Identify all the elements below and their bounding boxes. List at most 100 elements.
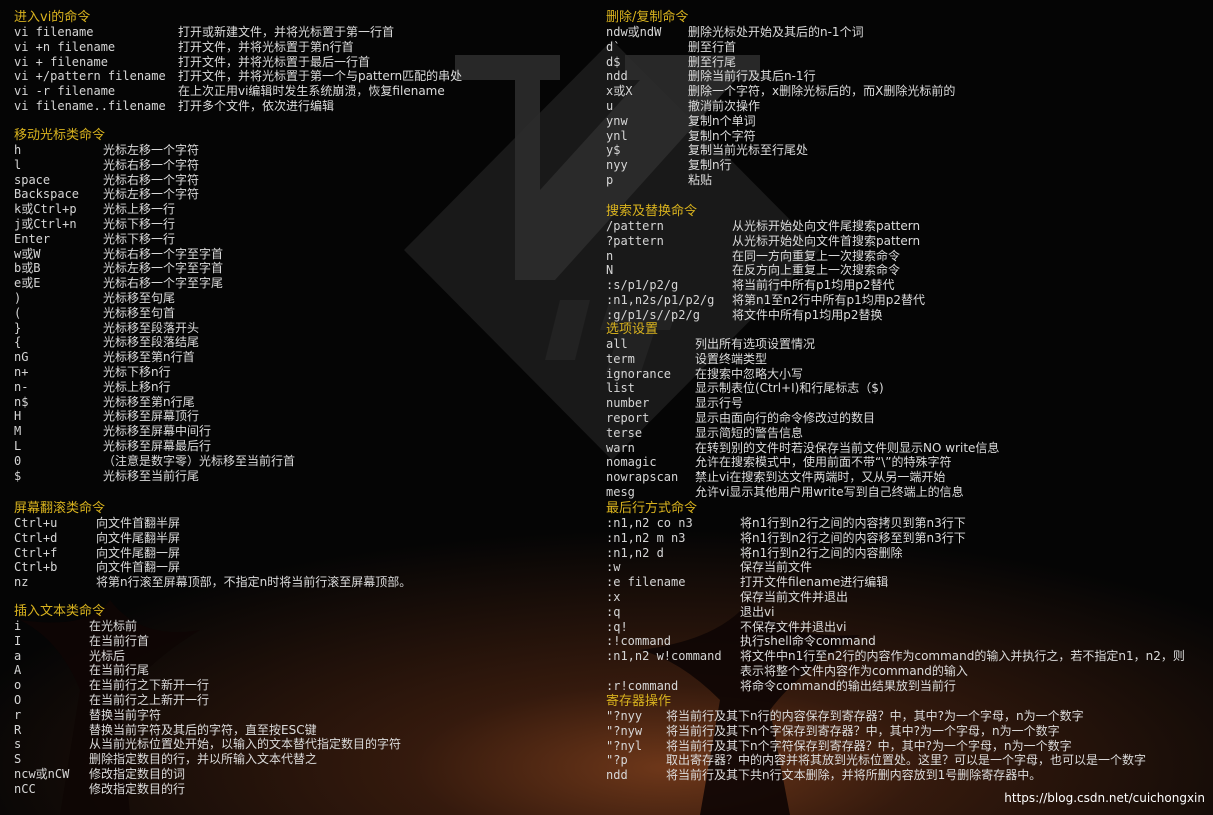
- section-0: 进入vi的命令 vi filename 打开或新建文件，并将光标置于第一行首 vi +…: [14, 10, 599, 114]
- command-row: nowrapscan 禁止vi在搜索到达文件两端时，又从另一端开始: [606, 470, 1206, 485]
- command-text: vi + filename: [14, 54, 108, 69]
- command-text: ndd: [606, 768, 628, 783]
- command-description: 在搜索中忽略大小写: [695, 366, 804, 381]
- command-row: vi filename 打开或新建文件，并将光标置于第一行首: [14, 25, 599, 40]
- command-description: 从光标开始处向文件首搜索pattern: [732, 233, 921, 248]
- command-row: Backspace 光标左移一个字符: [14, 187, 599, 202]
- command-row: ynw 复制n个单词: [606, 114, 1206, 129]
- command-description: 光标移至句首: [103, 305, 176, 320]
- command-text: i: [14, 619, 22, 633]
- command-text: n-: [14, 379, 29, 394]
- command-text: nG: [14, 350, 29, 365]
- command-description: 将第n行滚至屏幕顶部，不指定n时将当前行滚至屏幕顶部。: [96, 575, 412, 590]
- command-row: :w 保存当前文件: [606, 560, 1206, 575]
- command-text: "?nyl: [606, 738, 643, 753]
- command-description: 将命令command的输出结果放到当前行: [740, 678, 956, 693]
- command-row: L 光标移至屏幕最后行: [14, 439, 599, 454]
- command-row: term 设置终端类型: [606, 352, 1206, 367]
- command-text: "?p: [606, 753, 628, 768]
- command-row: :!command 执行shell命令command: [606, 634, 1206, 649]
- command-text: b或B: [14, 261, 41, 276]
- command-text: l: [14, 157, 22, 172]
- command-row: vi +n filename 打开文件，并将光标置于第n行首: [14, 40, 599, 55]
- command-row: ndw或ndW 删除光标处开始及其后的n-1个词: [606, 25, 1206, 40]
- command-row: "?p 取出寄存器？中的内容并将其放到光标位置处。这里？可以是一个字母，也可以是一…: [606, 753, 1206, 768]
- command-description: 将当前行及其下n个字保存到寄存器？中，其中?为一个字母，n为一个数字: [666, 723, 1060, 738]
- command-text: }: [14, 320, 22, 335]
- command-description: 允许在搜索模式中，使用前面不带“\”的特殊字符: [695, 455, 952, 470]
- command-text: u: [606, 98, 614, 113]
- command-description: 在转到别的文件时若没保存当前文件则显示NO write信息: [695, 440, 1000, 455]
- command-row: nCC 修改指定数目的行: [14, 782, 599, 797]
- section-title: 选项设置: [606, 322, 659, 337]
- command-row: } 光标移至段落开头: [14, 321, 599, 336]
- command-text: nyy: [606, 158, 628, 173]
- command-text: number: [606, 396, 650, 411]
- command-description: 复制n行: [688, 158, 732, 173]
- command-description: 将文件中n1行至n2行的内容作为command的输入并执行之，若不指定n1，n2…: [740, 649, 1185, 678]
- command-description: 粘贴: [688, 172, 713, 187]
- command-description: 将当前行中所有p1均用p2替代: [732, 278, 895, 293]
- command-description: 删除光标处开始及其后的n-1个词: [688, 25, 864, 39]
- command-description: 不保存文件并退出vi: [740, 619, 847, 634]
- command-description: 向文件首翻半屏: [96, 516, 181, 530]
- command-row: :n1,n2 d 将n1行到n2行之间的内容删除: [606, 546, 1206, 561]
- command-text: $: [14, 468, 22, 483]
- command-row: M 光标移至屏幕中间行: [14, 424, 599, 439]
- command-description: 执行shell命令command: [740, 634, 876, 649]
- command-description: 光标移至屏幕中间行: [103, 424, 212, 439]
- command-text: ): [14, 290, 22, 305]
- command-text: :w: [606, 560, 621, 575]
- command-text: I: [14, 633, 22, 648]
- command-description: 取出寄存器？中的内容并将其放到光标位置处。这里？可以是一个字母，也可以是一个数字: [666, 753, 1147, 768]
- command-description: 光标上移一行: [103, 202, 176, 217]
- command-row: (光标移至句首: [14, 306, 599, 321]
- section-title: 删除/复制命令: [606, 10, 689, 25]
- command-row: o 在当前行之下新开一行: [14, 678, 599, 693]
- command-description: 光标后: [89, 648, 126, 663]
- command-description: 退出vi: [740, 604, 775, 619]
- section-0: 删除/复制命令 ndw或ndW 删除光标处开始及其后的n-1个词 d` 删至行首 d$ 删至…: [606, 10, 1206, 188]
- command-row: Ctrl+f 向文件尾翻一屏: [14, 546, 599, 561]
- command-text: Backspace: [14, 187, 80, 202]
- command-text: ndw或ndW: [606, 25, 662, 39]
- command-text: Ctrl+b: [14, 560, 58, 575]
- command-text: :n1,n2 w!command: [606, 649, 722, 664]
- command-row: ignorance 在搜索中忽略大小写: [606, 367, 1206, 382]
- command-row: nz 将第n行滚至屏幕顶部，不指定n时将当前行滚至屏幕顶部。: [14, 575, 599, 590]
- section-title: 插入文本类命令: [14, 604, 106, 619]
- command-row: vi + filename 打开文件，并将光标置于最后一行首: [14, 55, 599, 70]
- command-text: n$: [14, 394, 29, 409]
- command-text: d$: [606, 54, 621, 69]
- command-description: 复制当前光标至行尾处: [688, 143, 809, 158]
- command-description: 禁止vi在搜索到达文件两端时，又从另一端开始: [695, 470, 946, 485]
- command-text: S: [14, 752, 22, 767]
- command-description: 允许vi显示其他用户用write写到自己终端上的信息: [695, 484, 964, 499]
- command-text: vi -r filename: [14, 84, 116, 99]
- command-text: :n1,n2 m n3: [606, 530, 686, 545]
- command-description: 光标左移一个字符: [103, 143, 200, 157]
- command-description: 将当前行及其下n行的内容保存到寄存器？中，其中?为一个字母，n为一个数字: [666, 709, 1084, 723]
- command-description: 列出所有选项设置情况: [695, 337, 816, 351]
- command-row: "?nyl 将当前行及其下n个字符保存到寄存器？中，其中?为一个字母，n为一个数字: [606, 739, 1206, 754]
- command-text: vi filename: [14, 25, 94, 39]
- command-row: $ 光标移至当前行尾: [14, 469, 599, 484]
- command-description: 设置终端类型: [695, 351, 768, 366]
- command-row: vi +/pattern filename 打开文件，并将光标置于第一个与patt…: [14, 69, 599, 84]
- command-row: nomagic 允许在搜索模式中，使用前面不带“\”的特殊字符: [606, 455, 1206, 470]
- command-text: p: [606, 172, 614, 187]
- command-text: R: [14, 722, 22, 737]
- command-row: r 替换当前字符: [14, 708, 599, 723]
- command-row: terse 显示简短的警告信息: [606, 426, 1206, 441]
- command-row: n+ 光标下移n行: [14, 365, 599, 380]
- command-description: 显示行号: [695, 396, 744, 411]
- command-description: 向文件尾翻一屏: [96, 545, 181, 560]
- command-description: 修改指定数目的词: [89, 766, 186, 781]
- section-title: 屏幕翻滚类命令: [14, 501, 106, 516]
- command-description: 光标下移一行: [103, 216, 176, 231]
- command-description: 在上次正用vi编辑时发生系统崩溃，恢复filename: [178, 84, 445, 99]
- command-row: :q! 不保存文件并退出vi: [606, 620, 1206, 635]
- command-text: 0: [14, 453, 22, 468]
- command-text: :x: [606, 589, 621, 604]
- command-row: :x 保存当前文件并退出: [606, 590, 1206, 605]
